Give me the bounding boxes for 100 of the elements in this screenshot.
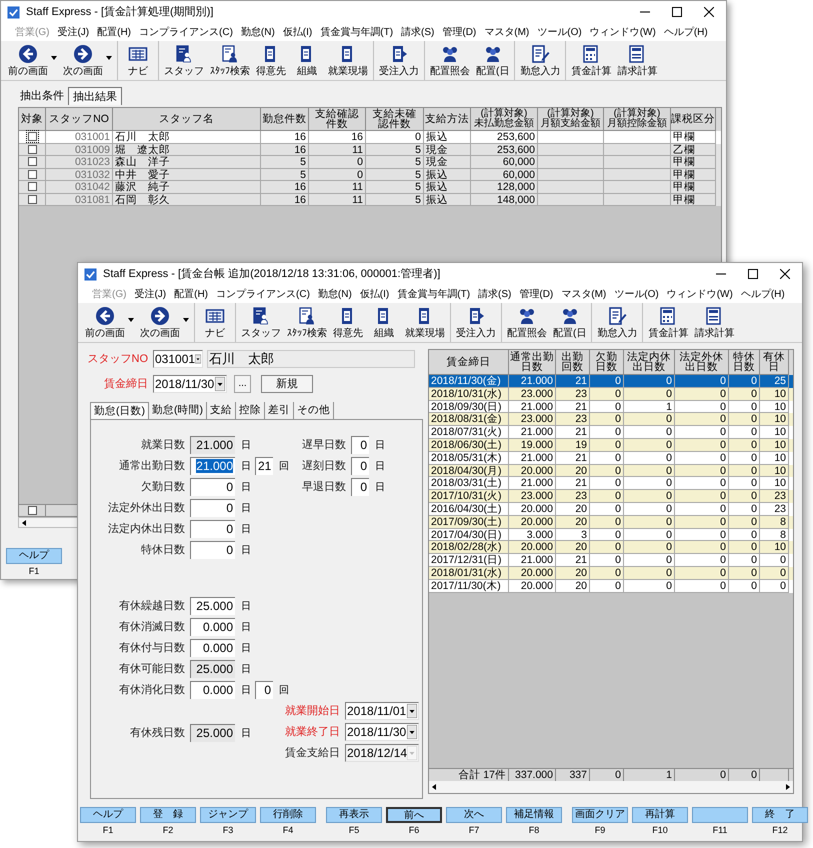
table-row[interactable]: 2017/04/30(日) 3.000 3 0 0 0 0 8: [429, 528, 793, 542]
caret-icon[interactable]: [183, 318, 189, 322]
toolbar-button[interactable]: 賃金計算: [568, 44, 614, 78]
table-row[interactable]: 2018/10/31(水) 23.000 23 0 0 0 0 10: [429, 388, 793, 401]
table-row[interactable]: 2018/05/31(木) 21.000 21 0 0 0 0 10: [429, 452, 793, 465]
toolbar-button[interactable]: 組織: [289, 44, 325, 78]
new-button[interactable]: 新規: [261, 375, 313, 393]
number-field[interactable]: 25.000: [190, 597, 235, 615]
number-field[interactable]: 0: [351, 457, 369, 475]
table-row[interactable]: 2018/07/31(火) 21.000 21 0 0 0 0 10: [429, 426, 793, 439]
toolbar-button[interactable]: 配置照会: [504, 306, 550, 340]
scroll-left-icon[interactable]: [431, 784, 437, 790]
function-key-button[interactable]: 再表示: [326, 807, 382, 823]
number-field[interactable]: 21.000: [190, 457, 235, 475]
table-row[interactable]: 2018/01/31(水) 20.000 20 0 0 0 0 0: [429, 566, 793, 580]
toolbar-button[interactable]: 前の画面: [5, 44, 51, 78]
dropdown-field[interactable]: 2018/11/30: [345, 723, 419, 741]
toolbar-button[interactable]: 得意先: [330, 306, 366, 340]
close-icon[interactable]: [780, 269, 790, 279]
menu-item[interactable]: 管理(D): [515, 286, 558, 302]
function-key-button[interactable]: ジャンプ: [200, 807, 256, 823]
toolbar-button[interactable]: 次の画面: [137, 306, 183, 340]
number-field[interactable]: 25.000: [190, 724, 235, 742]
toolbar-button[interactable]: 請求計算: [691, 306, 738, 340]
menu-item[interactable]: 賃金賞与年調(T): [393, 286, 474, 302]
table-row[interactable]: 2017/10/31(火) 23.000 23 0 0 0 0 23: [429, 490, 793, 503]
maximize-icon[interactable]: [748, 269, 758, 279]
table-row[interactable]: 031042 藤沢 純子 16 11 5 振込 128,000 甲欄: [19, 181, 721, 194]
menu-item[interactable]: 勤怠(N): [314, 286, 356, 302]
number-field[interactable]: 0.000: [190, 618, 235, 636]
function-key-button[interactable]: 画面クリア: [572, 807, 628, 823]
tab[interactable]: 抽出条件: [16, 87, 68, 105]
number-field[interactable]: 0: [255, 681, 273, 699]
table-row[interactable]: 2018/08/31(金) 23.000 23 0 0 0 0 10: [429, 413, 793, 426]
tab[interactable]: 勤怠(日数): [90, 402, 149, 419]
checkbox[interactable]: [28, 132, 36, 142]
toolbar-button[interactable]: 配置(日: [473, 44, 512, 78]
toolbar-button[interactable]: 前の画面: [82, 306, 128, 340]
table-row[interactable]: 2018/11/30(金) 21.000 21 0 0 0 0 25: [429, 375, 793, 388]
checkbox[interactable]: [28, 157, 36, 166]
maximize-icon[interactable]: [672, 7, 682, 17]
scrollbar[interactable]: [429, 781, 793, 793]
caret-icon[interactable]: [128, 318, 134, 322]
toolbar-button[interactable]: 配置(日: [550, 306, 590, 340]
toolbar-button[interactable]: 就業現場: [325, 44, 371, 78]
number-field[interactable]: 0: [351, 478, 369, 496]
menu-item[interactable]: ツール(O): [533, 24, 586, 40]
number-field[interactable]: 0: [190, 520, 235, 538]
toolbar-button[interactable]: 勤怠入力: [517, 44, 564, 78]
toolbar-button[interactable]: スタッフ: [238, 306, 284, 340]
number-field[interactable]: 0.000: [190, 681, 235, 699]
dropdown-arrow-icon[interactable]: [215, 377, 225, 391]
table-row[interactable]: 2017/11/30(木) 20.000 20 0 0 0 0 0: [429, 580, 793, 593]
number-field[interactable]: 0: [190, 499, 235, 517]
number-field[interactable]: 21: [255, 457, 273, 475]
table-row[interactable]: 2018/04/30(月) 20.000 20 0 0 0 0 10: [429, 464, 793, 478]
checkbox[interactable]: [28, 506, 36, 515]
menu-item[interactable]: マスタ(M): [480, 24, 534, 40]
table-row[interactable]: 2018/06/30(土) 19.000 19 0 0 0 0 10: [429, 438, 793, 452]
function-key-button[interactable]: 補足情報: [506, 807, 562, 823]
number-field[interactable]: 25.000: [190, 660, 235, 678]
function-key-button[interactable]: 前へ: [386, 807, 442, 823]
caret-icon[interactable]: [51, 56, 57, 60]
menu-item[interactable]: 仮払(I): [356, 286, 394, 302]
checkbox[interactable]: [28, 194, 36, 204]
menu-item[interactable]: ヘルプ(H): [736, 286, 789, 302]
menu-item[interactable]: ウィンドウ(W): [586, 24, 660, 40]
function-key-button[interactable]: 行削除: [260, 807, 316, 823]
menu-item[interactable]: 受注(J): [53, 24, 94, 40]
table-row[interactable]: 031023 森山 洋子 5 0 5 現金 60,000 甲欄: [19, 156, 721, 168]
menu-item[interactable]: 管理(D): [438, 24, 480, 40]
checkbox[interactable]: [28, 170, 36, 179]
number-field[interactable]: 21.000: [190, 436, 235, 454]
toolbar-button[interactable]: 受注入力: [376, 44, 422, 78]
number-field[interactable]: 0: [190, 541, 235, 559]
scroll-left-icon[interactable]: [21, 520, 27, 526]
browse-button[interactable]: ...: [234, 375, 251, 393]
close-icon[interactable]: [704, 7, 714, 17]
toolbar-button[interactable]: ナビ: [120, 44, 156, 78]
toolbar-button[interactable]: ｽﾀｯﾌ検索: [284, 306, 330, 340]
toolbar-button[interactable]: 賃金計算: [645, 306, 692, 340]
table-row[interactable]: 2018/03/31(土) 21.000 21 0 0 0 0 10: [429, 477, 793, 490]
menu-item[interactable]: 勤怠(N): [236, 24, 279, 40]
dropdown-field[interactable]: 2018/11/01: [345, 702, 419, 720]
table-row[interactable]: 2018/09/30(日) 21.000 21 0 1 0 0 10: [429, 400, 793, 414]
dropdown-arrow-icon[interactable]: [407, 704, 417, 718]
menu-item[interactable]: ウィンドウ(W): [662, 286, 737, 302]
toolbar-button[interactable]: 受注入力: [453, 306, 499, 340]
table-row[interactable]: 2017/09/30(土) 20.000 20 0 0 0 0 8: [429, 516, 793, 529]
toolbar-button[interactable]: 勤怠入力: [594, 306, 640, 340]
menu-item[interactable]: 仮払(I): [278, 24, 316, 40]
number-field[interactable]: 0: [190, 478, 235, 496]
table-row[interactable]: 031081 石岡 彰久 16 11 5 振込 148,000 甲欄: [19, 194, 721, 206]
menu-item[interactable]: ヘルプ(H): [660, 24, 712, 40]
toolbar-button[interactable]: 組織: [366, 306, 402, 340]
function-key-button[interactable]: 次へ: [446, 807, 502, 823]
table-row[interactable]: 2016/04/30(土) 20.000 20 0 0 0 0 23: [429, 502, 793, 516]
function-key-button[interactable]: 終 了: [752, 807, 808, 823]
menu-item[interactable]: 賃金賞与年調(T): [316, 24, 398, 40]
menu-item[interactable]: 配置(H): [170, 286, 212, 302]
